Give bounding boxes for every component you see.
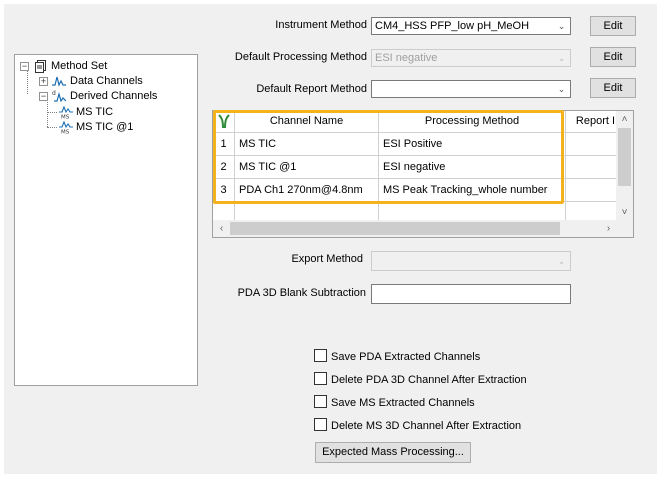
delete-pda-label: Delete PDA 3D Channel After Extraction bbox=[331, 374, 527, 386]
save-pda-checkbox[interactable] bbox=[314, 349, 327, 362]
expected-mass-processing-button[interactable]: Expected Mass Processing... bbox=[315, 442, 471, 463]
chevron-down-icon: ⌄ bbox=[557, 21, 566, 31]
blank-subtraction-input[interactable] bbox=[371, 284, 571, 304]
delete-ms-checkbox[interactable] bbox=[314, 418, 327, 431]
channel-name-cell-empty[interactable] bbox=[235, 202, 379, 221]
collapse-icon[interactable]: − bbox=[39, 92, 48, 101]
processing-method-label: Default Processing Method bbox=[234, 51, 367, 63]
scroll-up-icon[interactable]: ˄ bbox=[616, 111, 633, 128]
delete-pda-checkbox[interactable] bbox=[314, 372, 327, 385]
scroll-left-icon[interactable]: ‹ bbox=[213, 220, 230, 237]
tree-line bbox=[47, 102, 48, 127]
document-stack-icon bbox=[34, 60, 46, 73]
tree-line bbox=[27, 70, 28, 94]
channel-name-cell[interactable]: MS TIC bbox=[235, 133, 379, 156]
save-pda-label: Save PDA Extracted Channels bbox=[331, 351, 481, 363]
scrollbar-thumb[interactable] bbox=[230, 222, 560, 235]
save-pda-checkbox-row[interactable]: Save PDA Extracted Channels bbox=[314, 349, 480, 365]
edit-processing-method-button[interactable]: Edit bbox=[590, 47, 636, 67]
column-header-processing-method[interactable]: Processing Method bbox=[379, 111, 566, 133]
edit-report-method-button[interactable]: Edit bbox=[590, 78, 636, 98]
export-method-select[interactable]: ⌄ bbox=[371, 251, 571, 271]
horizontal-scrollbar[interactable]: ‹ › bbox=[213, 220, 617, 237]
processing-method-select[interactable]: ESI negative ⌄ bbox=[371, 49, 571, 67]
chevron-down-icon: ⌄ bbox=[557, 53, 566, 63]
tree-label: MS TIC bbox=[76, 106, 114, 118]
collapse-icon[interactable]: − bbox=[20, 62, 29, 71]
report-method-label: Default Report Method bbox=[256, 83, 367, 95]
row-number[interactable]: 1 bbox=[213, 133, 235, 156]
tree-label: Data Channels bbox=[70, 75, 143, 87]
filter-icon[interactable] bbox=[217, 114, 231, 132]
row-number-empty[interactable] bbox=[213, 202, 235, 221]
processing-method-cell-empty[interactable] bbox=[379, 202, 566, 221]
processing-method-cell[interactable]: MS Peak Tracking_whole number bbox=[379, 179, 566, 202]
instrument-method-value: CM4_HSS PFP_low pH_MeOH bbox=[375, 20, 530, 32]
derived-channels-icon: d bbox=[52, 90, 67, 107]
processing-method-cell[interactable]: ESI negative bbox=[379, 156, 566, 179]
instrument-method-label: Instrument Method bbox=[275, 19, 367, 31]
grid-corner-header[interactable] bbox=[213, 111, 235, 133]
method-tree[interactable]: − Method Set + Data Channels − d Derived… bbox=[14, 54, 198, 386]
svg-text:MS: MS bbox=[61, 115, 70, 120]
instrument-method-select[interactable]: CM4_HSS PFP_low pH_MeOH ⌄ bbox=[371, 17, 571, 35]
delete-ms-label: Delete MS 3D Channel After Extraction bbox=[331, 420, 522, 432]
channel-name-cell[interactable]: PDA Ch1 270nm@4.8nm bbox=[235, 179, 379, 202]
expand-icon[interactable]: + bbox=[39, 77, 48, 86]
delete-ms-checkbox-row[interactable]: Delete MS 3D Channel After Extraction bbox=[314, 418, 521, 434]
blank-subtraction-label: PDA 3D Blank Subtraction bbox=[237, 287, 366, 299]
tree-line bbox=[47, 127, 57, 128]
ms-channel-icon: MS bbox=[59, 120, 73, 139]
row-number[interactable]: 2 bbox=[213, 156, 235, 179]
tree-label: MS TIC @1 bbox=[76, 121, 134, 133]
tree-line bbox=[47, 112, 57, 113]
chevron-down-icon: ⌄ bbox=[557, 84, 566, 94]
tree-label: Method Set bbox=[51, 60, 108, 72]
column-header-channel-name[interactable]: Channel Name bbox=[235, 111, 379, 133]
channel-grid[interactable]: Channel Name Processing Method Report I … bbox=[212, 110, 634, 238]
export-method-label: Export Method bbox=[291, 253, 363, 265]
save-ms-label: Save MS Extracted Channels bbox=[331, 397, 475, 409]
svg-text:MS: MS bbox=[61, 130, 70, 135]
svg-text:d: d bbox=[52, 90, 56, 97]
save-ms-checkbox[interactable] bbox=[314, 395, 327, 408]
delete-pda-checkbox-row[interactable]: Delete PDA 3D Channel After Extraction bbox=[314, 372, 527, 388]
processing-method-cell[interactable]: ESI Positive bbox=[379, 133, 566, 156]
scroll-right-icon[interactable]: › bbox=[600, 220, 617, 237]
chevron-down-icon: ⌄ bbox=[557, 256, 566, 266]
processing-method-value: ESI negative bbox=[375, 52, 438, 64]
report-method-select[interactable]: ⌄ bbox=[371, 80, 571, 98]
scrollbar-thumb[interactable] bbox=[618, 128, 631, 186]
vertical-scrollbar[interactable]: ˄ ˅ bbox=[616, 111, 633, 221]
tree-label: Derived Channels bbox=[70, 90, 158, 102]
edit-instrument-method-button[interactable]: Edit bbox=[590, 16, 636, 36]
scroll-down-icon[interactable]: ˅ bbox=[616, 204, 633, 221]
row-number[interactable]: 3 bbox=[213, 179, 235, 202]
channel-name-cell[interactable]: MS TIC @1 bbox=[235, 156, 379, 179]
save-ms-checkbox-row[interactable]: Save MS Extracted Channels bbox=[314, 395, 475, 411]
scrollbar-corner bbox=[616, 220, 633, 237]
